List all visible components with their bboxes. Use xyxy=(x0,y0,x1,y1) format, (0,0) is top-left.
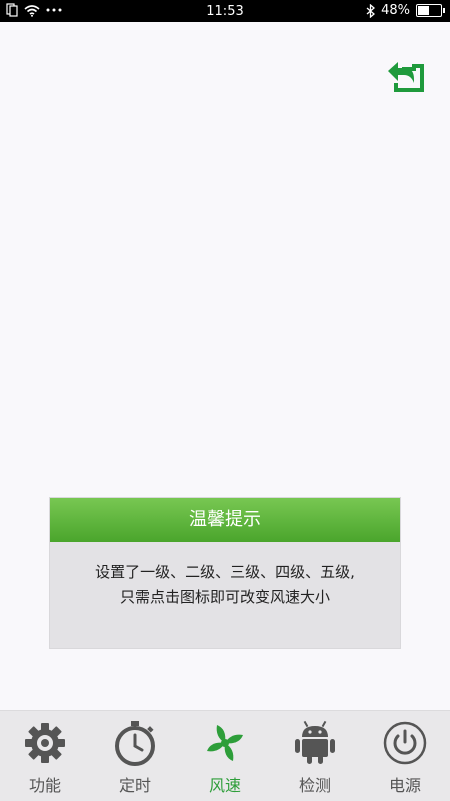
stopwatch-icon xyxy=(115,721,155,766)
tab-detect[interactable]: 检测 xyxy=(270,711,360,801)
tab-function[interactable]: 功能 xyxy=(0,711,90,801)
status-right-icons: 48% xyxy=(366,3,445,18)
tab-power-label: 电源 xyxy=(388,776,421,795)
tip-dialog: 温馨提示 设置了一级、二级、三级、四级、五级, 只需点击图标即可改变风速大小 xyxy=(50,498,400,648)
tab-detect-label: 检测 xyxy=(298,776,331,795)
battery-percent: 48% xyxy=(381,3,410,18)
dialog-message: 设置了一级、二级、三级、四级、五级, 只需点击图标即可改变风速大小 xyxy=(50,542,400,610)
tab-wind-speed-label: 风速 xyxy=(208,776,241,795)
dialog-title: 温馨提示 xyxy=(50,498,400,542)
power-icon xyxy=(383,721,427,765)
tab-timer[interactable]: 定时 xyxy=(90,711,180,801)
tab-wind-speed[interactable]: 风速 xyxy=(180,711,270,801)
dialog-message-line2: 只需点击图标即可改变风速大小 xyxy=(119,588,330,606)
fan-icon xyxy=(207,725,243,761)
tab-power[interactable]: 电源 xyxy=(360,711,450,801)
bluetooth-icon xyxy=(366,3,376,18)
battery-icon xyxy=(416,4,445,17)
status-bar: 11:53 48% xyxy=(0,0,450,22)
back-icon[interactable] xyxy=(386,61,428,95)
android-icon xyxy=(295,720,335,764)
gear-icon xyxy=(25,723,65,763)
dialog-message-line1: 设置了一级、二级、三级、四级、五级, xyxy=(95,563,355,581)
bottom-tab-bar: 功能 定时 风速 检测 电源 xyxy=(0,710,450,801)
tab-timer-label: 定时 xyxy=(118,776,151,795)
battery-fill xyxy=(418,6,429,15)
tab-function-label: 功能 xyxy=(28,776,61,795)
